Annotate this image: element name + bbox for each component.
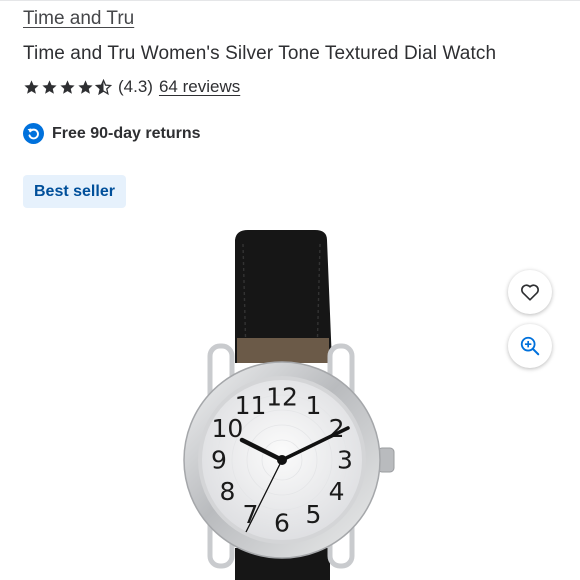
product-title: Time and Tru Women's Silver Tone Texture…: [23, 43, 497, 64]
heart-icon: [521, 284, 539, 301]
return-arrow-icon: [23, 123, 44, 144]
dial-numeral: 1: [306, 391, 322, 420]
rating-summary: (4.3) 64 reviews: [23, 76, 240, 98]
dial-numeral: 5: [306, 500, 322, 529]
zoom-in-icon: [520, 336, 540, 356]
dial-numeral: 4: [329, 477, 345, 506]
star-icon: [24, 79, 39, 94]
half-star-icon: [95, 78, 112, 95]
zoom-button[interactable]: [508, 324, 552, 368]
favorite-button[interactable]: [508, 270, 552, 314]
product-image[interactable]: 12 1234567891011: [180, 228, 405, 580]
star-icon: [60, 79, 75, 94]
star-icon: [78, 79, 93, 94]
star-rating: [23, 78, 112, 96]
best-seller-badge: Best seller: [23, 175, 126, 208]
dial-numeral: 2: [329, 414, 345, 443]
dial-numeral: 8: [219, 477, 235, 506]
brand-link[interactable]: Time and Tru: [23, 8, 134, 30]
dial-numeral: 9: [211, 446, 227, 475]
dial-numeral: 12: [266, 383, 298, 412]
badge-label: Best seller: [34, 182, 115, 200]
dial-numeral: 11: [235, 391, 267, 420]
dial-numeral: 3: [337, 446, 353, 475]
dial-numeral: 7: [243, 500, 259, 529]
free-returns-label: Free 90-day returns: [52, 124, 201, 142]
top-divider: [0, 0, 580, 1]
dial-numeral: 6: [274, 509, 290, 538]
reviews-link[interactable]: 64 reviews: [159, 77, 240, 97]
star-icon: [42, 79, 57, 94]
free-returns: Free 90-day returns: [23, 123, 201, 144]
rating-value: (4.3): [118, 77, 153, 96]
